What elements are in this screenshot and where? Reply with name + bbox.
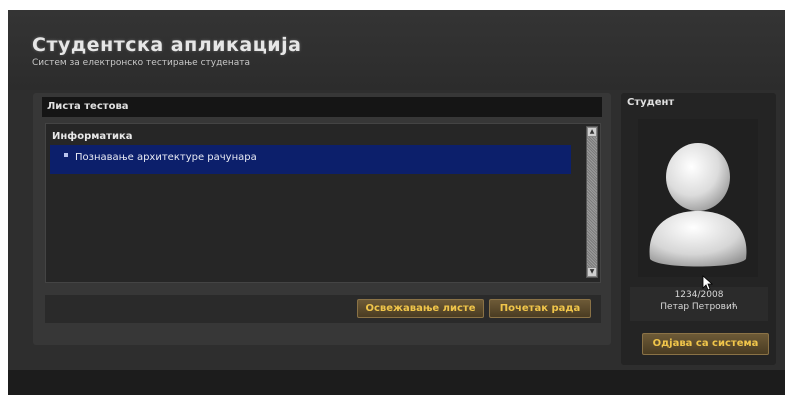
scroll-down-icon[interactable]: ▼ — [587, 267, 597, 277]
app-title: Студентска апликација — [32, 34, 302, 56]
start-test-button[interactable]: Почетак рада — [489, 299, 591, 318]
list-item[interactable]: Познавање архитектуре рачунара — [50, 145, 571, 174]
bullet-icon — [64, 153, 68, 157]
mouse-cursor-icon — [702, 275, 714, 291]
tests-panel-header: Листа тестова — [42, 97, 602, 117]
list-scrollbar[interactable]: ▲ ▼ — [586, 126, 598, 278]
list-item-label: Познавање архитектуре рачунара — [75, 152, 257, 163]
student-id: 1234/2008 — [674, 290, 724, 300]
student-panel: Студент 1234/2008 Петар Петровић Одјава … — [621, 93, 776, 365]
refresh-list-button[interactable]: Освежавање листе — [357, 299, 484, 318]
student-panel-header: Студент — [627, 97, 675, 108]
student-info: 1234/2008 Петар Петровић — [630, 287, 768, 321]
scroll-up-icon[interactable]: ▲ — [587, 127, 597, 137]
app-header: Студентска апликација Систем за електрон… — [8, 10, 785, 90]
app-subtitle: Систем за електронско тестирање студенат… — [32, 58, 250, 68]
logout-button[interactable]: Одјава са система — [642, 333, 769, 355]
footer-band — [8, 370, 785, 395]
button-bar: Освежавање листе Почетак рада — [45, 295, 601, 323]
app-window: Студентска апликација Систем за електрон… — [8, 10, 785, 395]
student-name: Петар Петровић — [660, 302, 738, 312]
user-avatar-icon — [638, 119, 758, 277]
category-header: Информатика — [52, 131, 133, 142]
tests-list[interactable]: Информатика Познавање архитектуре рачуна… — [45, 123, 601, 283]
tests-panel: Листа тестова Информатика Познавање архи… — [33, 93, 611, 345]
